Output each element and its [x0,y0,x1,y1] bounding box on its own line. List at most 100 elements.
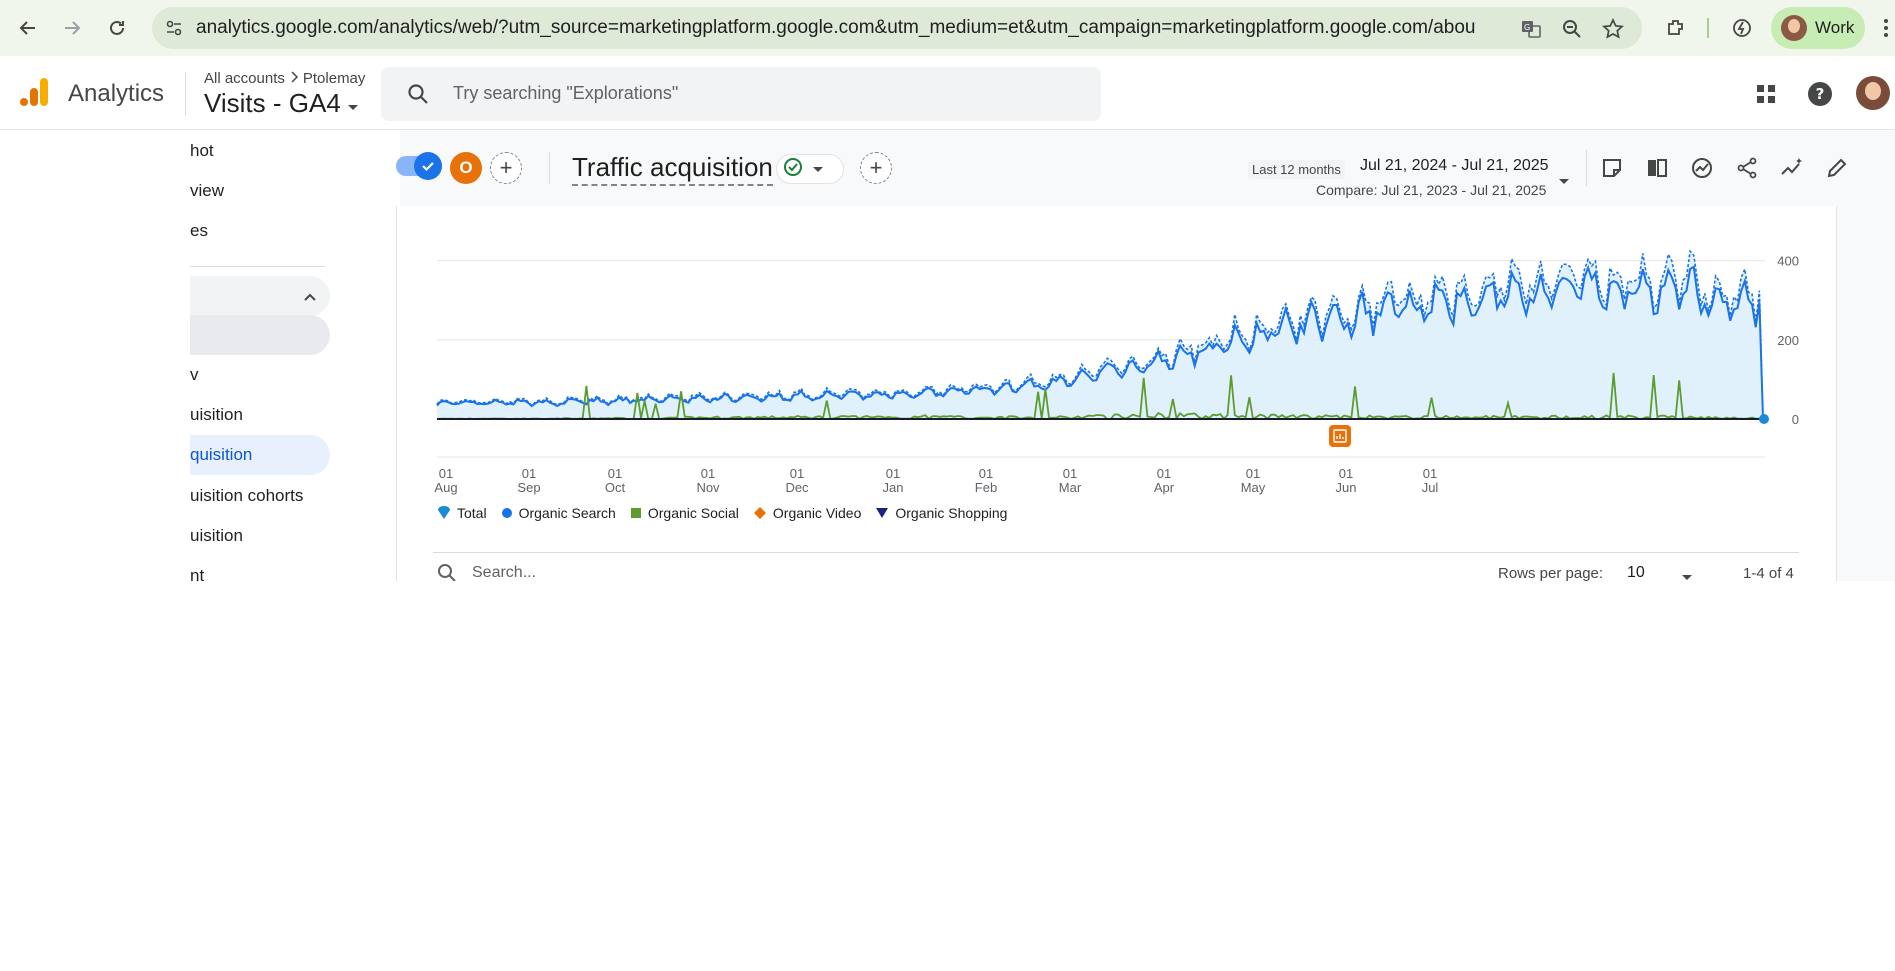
profile-label: Work [1815,18,1855,37]
chart-legend: Total Organic Search Organic Social Orga… [437,505,1007,521]
legend-circle-icon [501,508,512,518]
sidebar-item-traffic-acquisition[interactable]: quisition [190,435,330,475]
table-search-input[interactable]: Search... [472,564,536,582]
sidebar-item-acquisition-cohorts[interactable]: uisition cohorts [190,476,340,516]
compare-range-label[interactable]: Compare: Jul 21, 2023 - Jul 21, 2025 [1316,182,1546,198]
zoom-icon[interactable] [1560,17,1584,41]
sidebar-item-user-acquisition[interactable]: uisition [190,395,340,435]
legend-item-organic-video[interactable]: Organic Video [753,505,861,521]
annotation-marker[interactable] [1329,425,1351,447]
performance-icon[interactable] [1728,14,1756,42]
account-avatar[interactable] [1856,76,1890,110]
help-icon[interactable]: ? [1806,80,1834,108]
x-tick-day: 01 [439,466,453,481]
x-axis-ticks: 01Aug01Sep01Oct01Nov01Dec01Jan01Feb01Mar… [434,466,1438,495]
property-name: Visits - GA4 [204,88,341,118]
caret-down-icon[interactable] [1559,172,1569,190]
breadcrumb[interactable]: All accounts Ptolemay [204,70,365,87]
chevron-up-icon [303,289,317,307]
x-tick-day: 01 [979,466,993,481]
url-text[interactable]: analytics.google.com/analytics/web/?utm_… [196,17,1476,39]
reload-icon[interactable] [103,14,131,42]
rows-per-page-select[interactable]: 10 [1627,564,1645,582]
date-range-label[interactable]: Jul 21, 2024 - Jul 21, 2025 [1360,157,1549,175]
sidebar-item-overview-2[interactable]: v [190,355,340,395]
translate-icon[interactable]: G [1519,17,1543,41]
chevron-right-icon [289,70,299,87]
traffic-line-chart[interactable]: 4002000 01Aug01Sep01Oct01Nov01Dec01Jan01… [397,206,1838,502]
sidebar-item-cards[interactable]: es [190,211,340,251]
x-tick-day: 01 [1063,466,1077,481]
x-tick-month: Aug [434,480,457,495]
site-settings-icon[interactable] [164,18,184,43]
y-tick-label: 200 [1777,333,1799,348]
add-comparison-button[interactable]: + [490,152,522,184]
svg-text:?: ? [1816,85,1825,103]
toolbar-divider [1586,150,1587,186]
insights-note-icon[interactable] [1598,154,1626,182]
extensions-icon[interactable] [1662,14,1690,42]
sidebar-section-header[interactable] [190,276,330,316]
legend-item-organic-search[interactable]: Organic Search [501,505,616,521]
x-tick-day: 01 [701,466,715,481]
toolbar-divider [549,152,550,184]
app-title: Analytics [68,80,165,107]
header-divider [185,72,186,116]
sidebar-item-group[interactable] [190,315,330,355]
total-area-fill [437,251,1763,419]
browser-toolbar: analytics.google.com/analytics/web/?utm_… [0,0,1895,56]
sidebar-item-ads-acquisition[interactable]: uisition [190,516,340,556]
share-icon[interactable] [1733,154,1761,182]
comparison-toggle[interactable] [396,152,442,180]
legend-item-organic-shopping[interactable]: Organic Shopping [875,505,1007,521]
x-tick-day: 01 [790,466,804,481]
x-tick-day: 01 [1246,466,1260,481]
x-tick-month: Jul [1422,480,1439,495]
search-placeholder: Try searching "Explorations" [453,83,679,103]
property-selector[interactable]: Visits - GA4 [204,88,359,119]
x-tick-day: 01 [1157,466,1171,481]
legend-item-organic-social[interactable]: Organic Social [630,505,739,521]
sidebar-divider [190,266,325,267]
breadcrumb-root[interactable]: All accounts [204,70,285,87]
check-circle-icon [783,157,803,182]
x-tick-month: Mar [1059,480,1082,495]
address-bar[interactable]: analytics.google.com/analytics/web/?utm_… [152,7,1642,49]
sidebar-item-snapshot[interactable]: hot [190,131,340,171]
sidebar-item-engagement[interactable]: nt [190,556,340,581]
menu-icon[interactable] [1872,14,1895,42]
segment-chip[interactable]: O [450,152,482,184]
forward-icon[interactable] [58,14,86,42]
caret-down-icon [347,88,359,119]
add-card-button[interactable]: + [860,152,892,184]
trend-sparkle-icon[interactable] [1778,154,1806,182]
x-tick-month: Jan [883,480,904,495]
x-tick-month: Apr [1154,480,1175,495]
report-status-dropdown[interactable] [776,154,844,184]
legend-pin-icon [438,506,450,519]
check-icon [414,152,442,180]
insights-icon[interactable] [1688,154,1716,182]
caret-down-icon [813,160,823,178]
bookmark-star-icon[interactable] [1601,17,1625,41]
legend-item-total[interactable]: Total [437,505,487,521]
pagination-info: 1-4 of 4 [1743,565,1794,582]
x-tick-day: 01 [886,466,900,481]
date-preset-label[interactable]: Last 12 months [1248,160,1345,179]
svg-text:G: G [1524,23,1530,32]
profile-button[interactable]: Work [1771,7,1865,49]
sidebar-item-overview[interactable]: view [190,171,340,211]
x-tick-month: Feb [975,480,997,495]
search-input[interactable]: Try searching "Explorations" [381,67,1101,121]
toolbar-separator [1707,18,1709,38]
chart-card: 400 200 0 01 Aug 01 Sep 01 Oct 01 Nov 01 Dec 01 Jan 01… [396,206,1838,582]
blank-area [0,581,1895,971]
edit-pencil-icon[interactable] [1823,154,1851,182]
search-icon [407,83,429,110]
report-title[interactable]: Traffic acquisition [572,152,773,186]
apps-grid-icon[interactable] [1752,80,1780,108]
breadcrumb-account[interactable]: Ptolemay [303,70,366,87]
compare-columns-icon[interactable] [1643,154,1671,182]
back-icon[interactable] [14,14,42,42]
analytics-logo-icon[interactable] [18,76,50,108]
